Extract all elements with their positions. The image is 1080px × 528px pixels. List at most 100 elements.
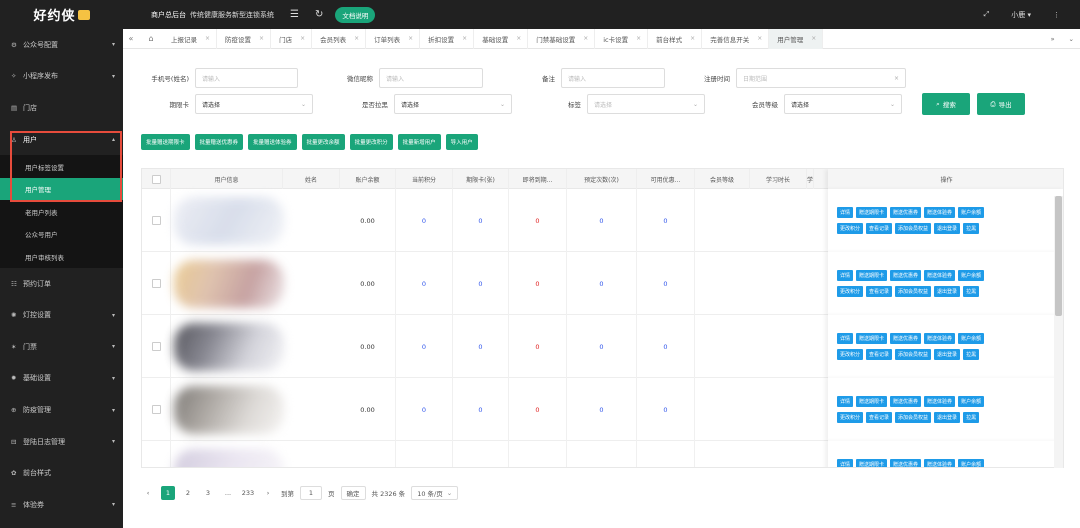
action-button[interactable]: 添加会员权益 (895, 223, 932, 234)
action-button[interactable]: 赠送优惠券 (890, 270, 922, 281)
sidebar-item-5[interactable]: ⊟ 登陆日志管理 ▾ (0, 426, 123, 458)
action-button[interactable]: 更改积分 (837, 412, 864, 423)
action-button[interactable]: 赠送体验券 (924, 396, 956, 407)
action-button[interactable]: 详情 (837, 333, 854, 344)
action-button[interactable]: 查看记录 (866, 223, 893, 234)
sidebar-item-6[interactable]: ✿ 前台样式 (0, 457, 123, 489)
table-row[interactable]: 0.00 0 0 0 0 0 详情 赠送期限卡 赠送优惠券 赠送体验券 账户余额 更改积分 查看记录 添加… (142, 378, 1063, 441)
logo[interactable]: 好约侠 (0, 0, 123, 29)
action-button[interactable]: 退出登录 (934, 349, 961, 360)
tab-item[interactable]: 会员列表 × (312, 28, 367, 49)
sidebar-item-4[interactable]: ⊕ 防疫管理 ▾ (0, 394, 123, 426)
action-button[interactable]: 赠送优惠券 (890, 396, 922, 407)
action-button[interactable]: 赠送优惠券 (890, 207, 922, 218)
action-button[interactable]: 更改积分 (837, 349, 864, 360)
action-button[interactable]: 账户余额 (958, 270, 985, 281)
action-button[interactable]: 添加会员权益 (895, 412, 932, 423)
level-select[interactable]: 请选择 ⌄ (784, 94, 902, 114)
tab-item[interactable]: 完善信息开关 × (702, 28, 770, 49)
close-icon[interactable]: × (811, 35, 816, 42)
close-icon[interactable]: × (300, 35, 305, 42)
page-number[interactable]: 1 (161, 486, 175, 500)
export-button[interactable]: ⎙ 导出 (977, 93, 1025, 115)
home-icon[interactable]: ⌂ (139, 34, 163, 43)
close-icon[interactable]: × (205, 35, 210, 42)
table-row[interactable]: 0.00 0 0 0 0 0 详情 赠送期限卡 赠送优惠券 赠送体验券 账户余额 更改积分 查看记录 添加… (142, 315, 1063, 378)
action-button[interactable]: 赠送体验券 (924, 459, 956, 467)
tab-item[interactable]: 用户管理 × (769, 28, 824, 49)
tabs-more-icon[interactable]: ⌄ (1069, 35, 1074, 43)
doc-button[interactable]: 文档说明 (335, 6, 376, 23)
close-icon[interactable]: × (259, 35, 264, 42)
tab-item[interactable]: 门店 × (271, 28, 313, 49)
goto-confirm-button[interactable]: 确定 (340, 486, 366, 500)
phone-input[interactable]: 请输入 (195, 68, 298, 88)
clear-icon[interactable]: × (894, 75, 899, 82)
tag-select[interactable]: 请选择 ⌄ (587, 94, 705, 114)
batch-button[interactable]: 批量赠送体验券 (248, 134, 297, 150)
action-button[interactable]: 详情 (837, 270, 854, 281)
close-icon[interactable]: × (690, 35, 695, 42)
tab-item[interactable]: ic卡设置 × (595, 28, 649, 49)
action-button[interactable]: 查看记录 (866, 349, 893, 360)
tab-item[interactable]: 订单列表 × (366, 28, 421, 49)
submenu-item[interactable]: 公众号用户 (0, 223, 123, 246)
action-button[interactable]: 添加会员权益 (895, 349, 932, 360)
sidebar-item-0[interactable]: ⚙ 公众号配置 ▾ (0, 29, 123, 61)
batch-button[interactable]: 批量更改余额 (301, 134, 345, 150)
scrollbar-thumb[interactable] (1055, 196, 1062, 316)
sidebar-item-0[interactable]: ☷ 预约订单 (0, 268, 123, 300)
page-number[interactable]: 233 (241, 486, 255, 500)
fullscreen-icon[interactable]: ⤢ (984, 10, 990, 19)
sidebar-item-3[interactable]: ✹ 基础设置 ▾ (0, 363, 123, 395)
row-checkbox[interactable] (151, 279, 161, 288)
goto-page-input[interactable]: 1 (300, 486, 322, 500)
sidebar-item-1[interactable]: ✺ 灯控设置 ▾ (0, 299, 123, 331)
action-button[interactable]: 拉黑 (963, 286, 980, 297)
tab-item[interactable]: 基础设置 × (474, 28, 529, 49)
batch-button[interactable]: 批量赠送优惠券 (194, 134, 244, 150)
table-row[interactable]: 0.00 0 0 0 0 0 详情 赠送期限卡 赠送优惠券 赠送体验券 账户余额 更改积分 查看记录 添加… (142, 252, 1063, 315)
sidebar-item-7[interactable]: ≡ 体验券 ▾ (0, 489, 123, 521)
wechat-input[interactable]: 请输入 (379, 68, 483, 88)
more-icon[interactable]: ⋮ (1053, 11, 1060, 19)
action-button[interactable]: 拉黑 (963, 349, 980, 360)
batch-button[interactable]: 批量新增用户 (397, 134, 441, 150)
tabs-prev-icon[interactable]: « (123, 34, 139, 43)
action-button[interactable]: 赠送期限卡 (856, 270, 888, 281)
action-button[interactable]: 赠送优惠券 (890, 333, 922, 344)
action-button[interactable]: 添加会员权益 (895, 286, 932, 297)
action-button[interactable]: 账户余额 (958, 459, 985, 467)
action-button[interactable]: 账户余额 (958, 396, 985, 407)
batch-button[interactable]: 导入用户 (445, 134, 478, 150)
action-button[interactable]: 查看记录 (866, 412, 893, 423)
submenu-item[interactable]: 用户审核列表 (0, 245, 123, 268)
close-icon[interactable]: × (516, 35, 521, 42)
select-all-checkbox[interactable] (151, 174, 161, 184)
tab-item[interactable]: 门禁基础设置 × (528, 28, 596, 49)
menu-fold-icon[interactable]: ☰ (290, 9, 299, 20)
row-checkbox[interactable] (151, 405, 161, 414)
action-button[interactable]: 详情 (837, 459, 854, 467)
table-row[interactable]: 0.0000001详情赠送期限卡赠送优惠券赠送体验券账户余额更改积分查看记录添加… (142, 441, 1063, 467)
table-scrollbar[interactable] (1054, 196, 1063, 468)
page-number[interactable]: ... (221, 486, 235, 500)
action-button[interactable]: 赠送体验券 (924, 207, 956, 218)
remark-input[interactable]: 请输入 (561, 68, 665, 88)
tab-item[interactable]: 上报记录 × (163, 28, 218, 49)
action-button[interactable]: 退出登录 (934, 286, 961, 297)
action-button[interactable]: 查看记录 (866, 286, 893, 297)
submenu-item[interactable]: 老用户列表 (0, 200, 123, 223)
page-number[interactable]: 2 (181, 486, 195, 500)
action-button[interactable]: 拉黑 (963, 412, 980, 423)
close-icon[interactable]: × (354, 35, 359, 42)
action-button[interactable]: 退出登录 (934, 412, 961, 423)
page-number[interactable]: 3 (201, 486, 215, 500)
action-button[interactable]: 详情 (837, 207, 854, 218)
close-icon[interactable]: × (636, 35, 641, 42)
action-button[interactable]: 赠送期限卡 (856, 207, 888, 218)
search-button[interactable]: ⌕ 搜索 (922, 93, 970, 115)
tabs-next-icon[interactable]: » (1051, 35, 1055, 43)
next-page-icon[interactable]: › (261, 486, 275, 500)
close-icon[interactable]: × (408, 35, 413, 42)
